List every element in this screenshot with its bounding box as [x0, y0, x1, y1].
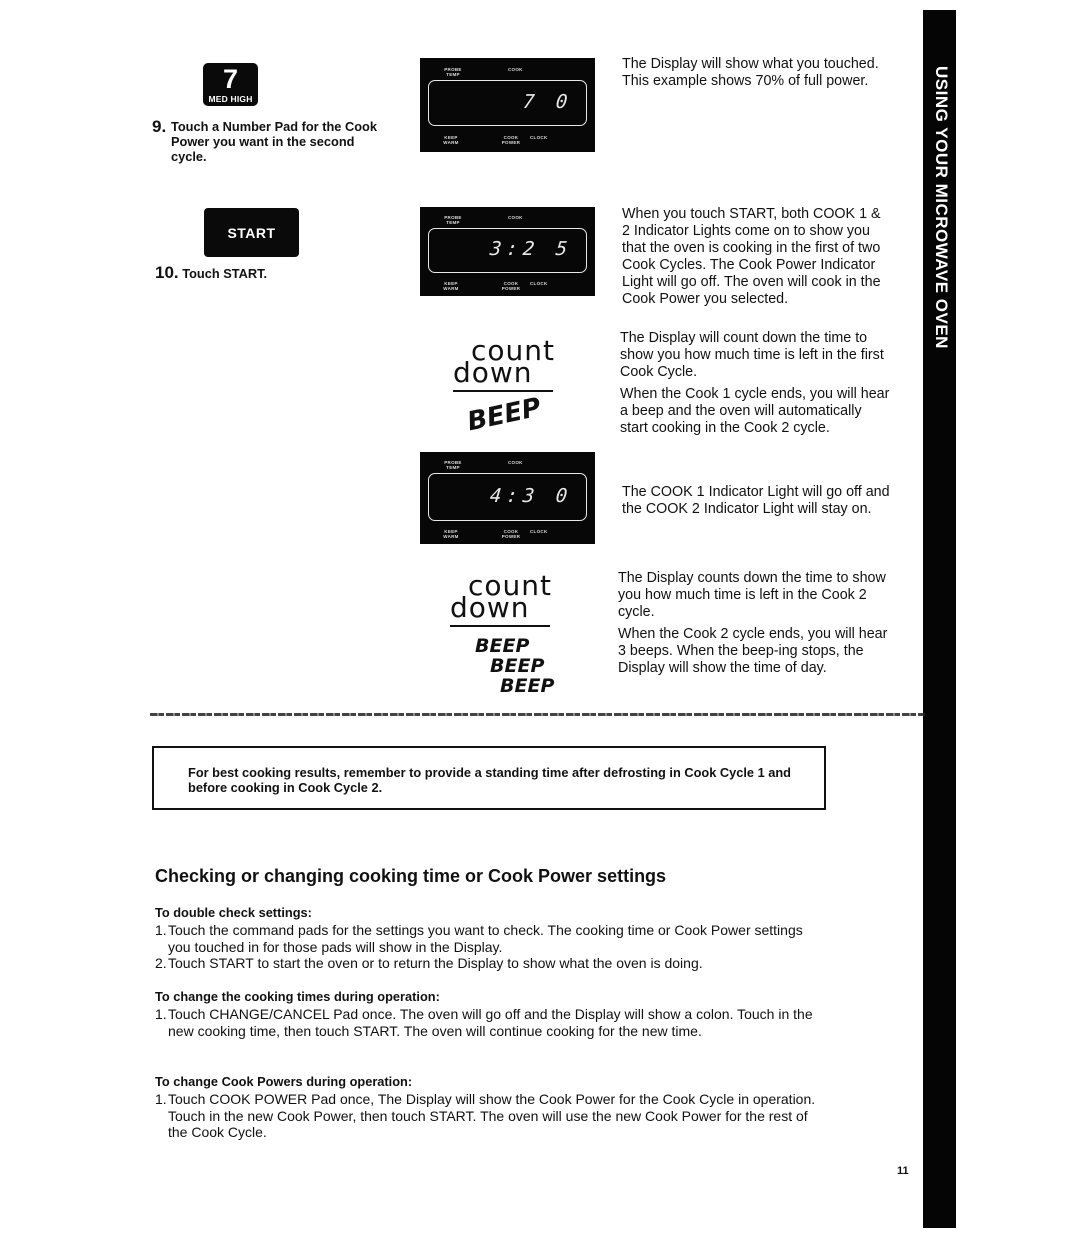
item-text: Touch the command pads for the settings … [168, 922, 803, 955]
side-tab-label: USING YOUR MICROWAVE OVEN [932, 66, 951, 349]
subsection-double-check: To double check settings: 1. Touch the co… [155, 905, 835, 972]
item-text: Touch START to start the oven or to retu… [168, 955, 703, 971]
item-number: 2. [155, 955, 167, 971]
countdown-underline [450, 625, 550, 627]
label-probe-temp: PROBE TEMP [444, 460, 462, 470]
step-number: 10. [155, 263, 179, 282]
description-paragraph: The Display will show what you touched. … [622, 56, 879, 89]
page-number: 11 [897, 1165, 909, 1177]
start-pad-icon: START [204, 208, 299, 257]
oven-display: PROBE TEMP COOK 7 0 KEEP WARM COOK POWER… [420, 58, 595, 152]
display-digits: 3:2 5 [488, 238, 574, 260]
subsection-change-powers: To change Cook Powers during operation: … [155, 1074, 835, 1141]
display-window: 7 0 [428, 80, 587, 126]
countdown-graphic: count down [453, 337, 555, 392]
label-clock: CLOCK [530, 529, 548, 534]
display-digits: 4:3 0 [488, 485, 574, 507]
list-item: 1. Touch COOK POWER Pad once, The Display… [155, 1091, 835, 1141]
description-paragraph: The Display counts down the time to show… [618, 570, 886, 620]
label-probe-temp: PROBE TEMP [444, 215, 462, 225]
instruction-list: 1. Touch COOK POWER Pad once, The Display… [155, 1091, 835, 1141]
description-paragraph: When the Cook 2 cycle ends, you will hea… [618, 626, 888, 676]
beep-graphic: BEEP [500, 675, 555, 697]
label-clock: CLOCK [530, 135, 548, 140]
countdown-graphic: count down [450, 572, 552, 627]
countdown-underline [453, 390, 553, 392]
instruction-list: 1. Touch CHANGE/CANCEL Pad once. The oven… [155, 1006, 835, 1039]
list-item: 2. Touch START to start the oven or to re… [155, 955, 835, 972]
subsection-heading: To change the cooking times during opera… [155, 989, 440, 1004]
beep-graphic: BEEP [490, 655, 545, 677]
section-side-tab: USING YOUR MICROWAVE OVEN [923, 10, 956, 1228]
display-window: 3:2 5 [428, 228, 587, 273]
subsection-heading: To double check settings: [155, 905, 312, 920]
tip-box: For best cooking results, remember to pr… [152, 746, 826, 810]
label-probe-temp: PROBE TEMP [444, 67, 462, 77]
item-number: 1. [155, 1006, 167, 1022]
number-pad-7-icon: 7 MED HIGH [203, 63, 258, 106]
section-divider [150, 713, 925, 716]
item-number: 1. [155, 1091, 167, 1107]
item-number: 1. [155, 922, 167, 938]
list-item: 1. Touch the command pads for the setting… [155, 922, 835, 955]
instruction-list: 1. Touch the command pads for the setting… [155, 922, 835, 972]
pad-label: MED HIGH [208, 94, 253, 104]
label-clock: CLOCK [530, 281, 548, 286]
oven-display: PROBE TEMP COOK 3:2 5 KEEP WARM COOK POW… [420, 207, 595, 296]
item-text: Touch COOK POWER Pad once, The Display w… [168, 1091, 816, 1140]
label-cook: COOK [508, 215, 523, 220]
beep-graphic: BEEP [464, 392, 544, 438]
label-cook-power: COOK POWER [501, 281, 521, 291]
tip-text: For best cooking results, remember to pr… [188, 765, 791, 795]
step-text: Touch START. [182, 266, 268, 281]
list-item: 1. Touch CHANGE/CANCEL Pad once. The oven… [155, 1006, 835, 1039]
label-cook-power: COOK POWER [501, 135, 521, 145]
oven-display: PROBE TEMP COOK 4:3 0 KEEP WARM COOK POW… [420, 452, 595, 544]
description-paragraph: The COOK 1 Indicator Light will go off a… [622, 484, 890, 517]
start-pad-label: START [227, 224, 276, 241]
label-keep-warm: KEEP WARM [443, 529, 459, 539]
section-heading: Checking or changing cooking time or Coo… [155, 866, 667, 886]
subsection-change-times: To change the cooking times during opera… [155, 989, 835, 1039]
label-keep-warm: KEEP WARM [443, 135, 459, 145]
description-paragraph: When the Cook 1 cycle ends, you will hea… [620, 386, 890, 436]
step-text: Touch a Number Pad for the Cook Power yo… [171, 119, 377, 164]
label-cook: COOK [508, 67, 523, 72]
description-paragraph: When you touch START, both COOK 1 & 2 In… [622, 206, 881, 307]
beep-graphic: BEEP [475, 635, 530, 657]
step-9: 9. Touch a Number Pad for the Cook Power… [152, 118, 397, 164]
label-cook: COOK [508, 460, 523, 465]
display-window: 4:3 0 [428, 473, 587, 521]
label-cook-power: COOK POWER [501, 529, 521, 539]
display-digits: 7 0 [521, 91, 574, 113]
description-paragraph: The Display will count down the time to … [620, 330, 884, 380]
pad-number: 7 [222, 64, 239, 94]
item-text: Touch CHANGE/CANCEL Pad once. The oven w… [168, 1006, 813, 1039]
subsection-heading: To change Cook Powers during operation: [155, 1074, 413, 1089]
step-10: 10. Touch START. [155, 263, 268, 282]
label-keep-warm: KEEP WARM [443, 281, 459, 291]
